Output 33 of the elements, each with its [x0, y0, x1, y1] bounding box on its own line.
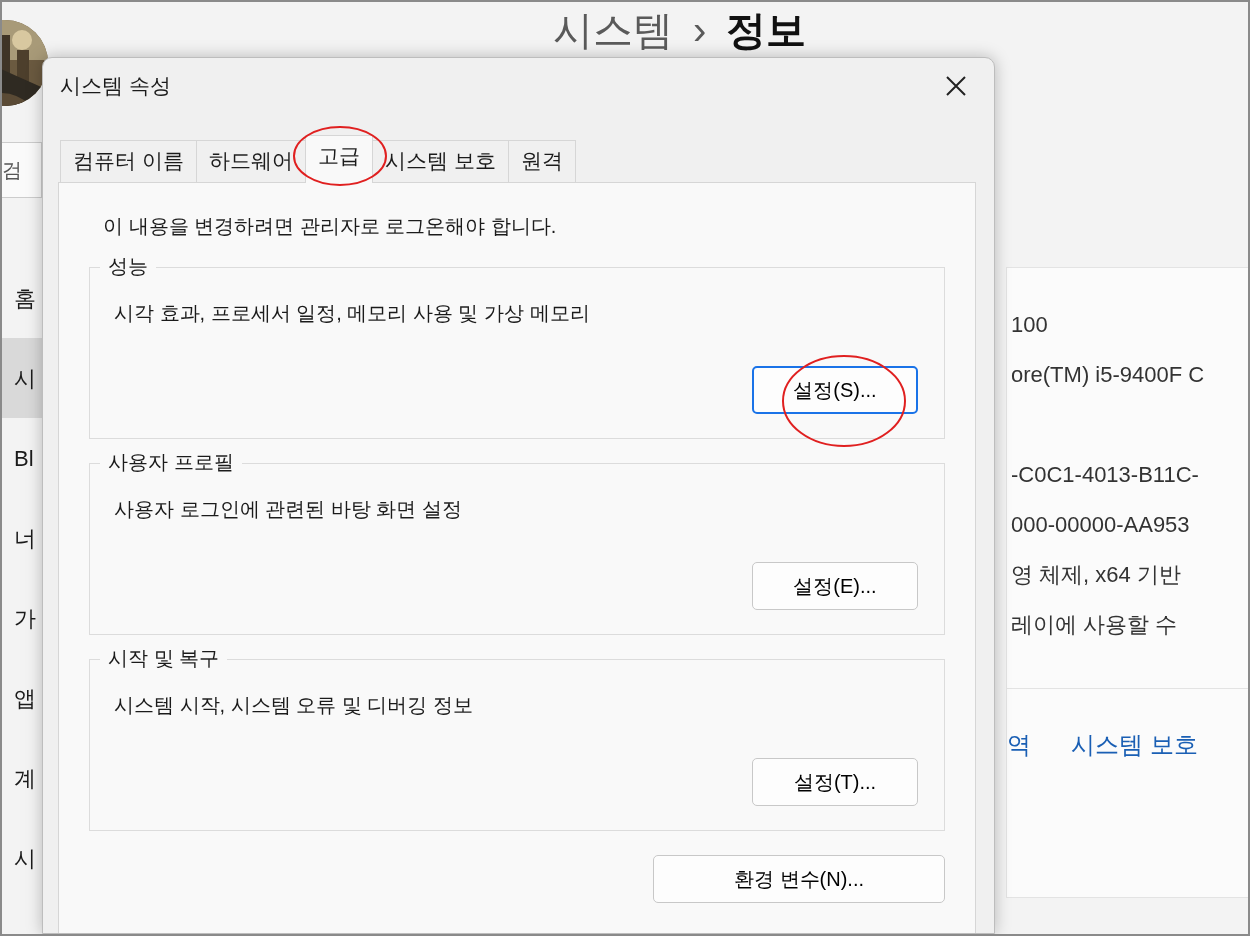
page-title: 정보 [726, 10, 807, 50]
info-text: 100 [1011, 312, 1048, 337]
group-description: 시스템 시작, 시스템 오류 및 디버깅 정보 [114, 693, 474, 718]
tab[interactable]: 컴퓨터 이름 [60, 140, 197, 182]
sidebar-item[interactable]: 앱 [2, 658, 42, 738]
sidebar-item[interactable]: 시 [2, 338, 42, 418]
sidebar-item[interactable]: Bl [2, 418, 42, 498]
group-description: 시각 효과, 프로세서 일정, 메모리 사용 및 가상 메모리 [114, 301, 591, 326]
related-link[interactable]: 시스템 보호 [1071, 727, 1198, 763]
breadcrumb-parent[interactable]: 시스템 [553, 10, 673, 50]
search-field[interactable]: 검 [2, 142, 42, 198]
environment-variables-button[interactable]: 환경 변수(N)... [653, 855, 945, 903]
related-link[interactable]: 역 [1007, 727, 1031, 763]
window-title: 시스템 속성 [60, 72, 171, 99]
settings-button[interactable]: 설정(E)... [752, 562, 918, 610]
sidebar-item[interactable]: 시 [2, 818, 42, 898]
settings-button[interactable]: 설정(T)... [752, 758, 918, 806]
info-text: 레이에 사용할 수 [1011, 612, 1178, 637]
close-icon [945, 74, 967, 97]
settings-button[interactable]: 설정(S)... [752, 366, 918, 414]
info-text: 000-00000-AA953 [1011, 512, 1190, 537]
sidebar-item[interactable]: 홈 [2, 258, 42, 338]
info-text: 영 체제, x64 기반 [1011, 562, 1181, 587]
notice-text: 이 내용을 변경하려면 관리자로 로그온해야 합니다. [103, 214, 558, 239]
sidebar-item[interactable]: 가 [2, 578, 42, 658]
tab[interactable]: 고급 [304, 135, 373, 183]
sidebar-item[interactable]: 너 [2, 498, 42, 578]
info-text: -C0C1-4013-B11C- [1011, 462, 1199, 487]
tab[interactable]: 원격 [507, 140, 576, 182]
info-text: ore(TM) i5-9400F C [1011, 362, 1205, 387]
group-description: 사용자 로그인에 관련된 바탕 화면 설정 [114, 497, 463, 522]
breadcrumb-separator: › [693, 10, 707, 50]
sidebar-item[interactable]: 계 [2, 738, 42, 818]
